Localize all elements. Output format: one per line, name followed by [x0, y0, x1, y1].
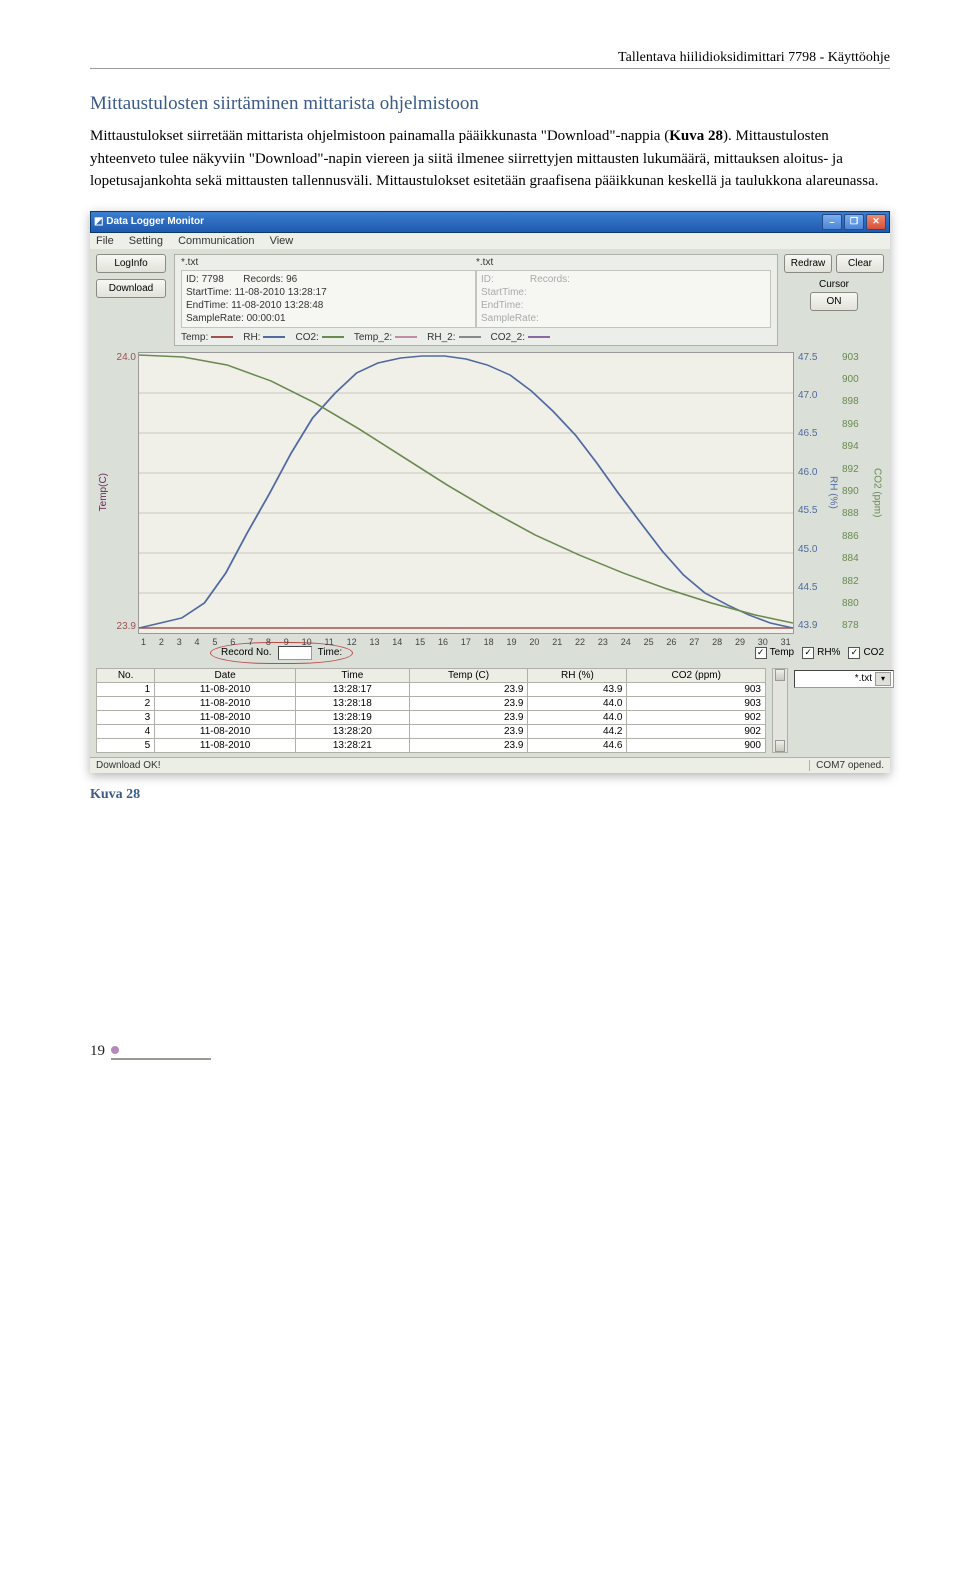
legend-co22-swatch	[528, 336, 550, 338]
legend-temp-swatch	[211, 336, 233, 338]
menu-communication[interactable]: Communication	[178, 235, 254, 247]
table-row[interactable]: 411-08-201013:28:2023.944.2902	[97, 724, 766, 738]
panel2-ext: *.txt	[476, 257, 771, 268]
table-scrollbar[interactable]	[772, 668, 788, 753]
checkbox-rh[interactable]: ✓RH%	[802, 647, 840, 659]
clear-button[interactable]: Clear	[836, 254, 884, 273]
menu-view[interactable]: View	[270, 235, 294, 247]
y-r1-title: RH (%)	[828, 476, 839, 509]
status-right: COM7 opened.	[809, 760, 884, 771]
close-button[interactable]: ✕	[866, 214, 886, 230]
body-paragraph: Mittaustulokset siirretään mittarista oh…	[90, 125, 890, 193]
menubar: File Setting Communication View	[90, 233, 890, 249]
x-axis-ticks: 1234567891011121314151617181920212223242…	[139, 637, 793, 647]
y-r2-title: CO2 (ppm)	[872, 468, 883, 517]
minimize-button[interactable]: –	[822, 214, 842, 230]
info-panel-1: ID: 7798 Records: 96 StartTime: 11-08-20…	[181, 270, 476, 328]
section-title: Mittaustulosten siirtäminen mittarista o…	[90, 93, 890, 115]
cursor-button[interactable]: ON	[810, 292, 858, 311]
status-left: Download OK!	[96, 760, 809, 771]
maximize-button[interactable]: ❐	[844, 214, 864, 230]
menu-file[interactable]: File	[96, 235, 114, 247]
figure-caption: Kuva 28	[90, 787, 890, 803]
body-text-a: Mittaustulokset siirretään mittarista oh…	[90, 128, 669, 144]
page-number-rule	[111, 1058, 211, 1060]
legend-co2-swatch	[322, 336, 344, 338]
screenshot-figure: ◩ Data Logger Monitor – ❐ ✕ File Setting…	[90, 211, 890, 773]
table-row[interactable]: 511-08-201013:28:2123.944.6900	[97, 738, 766, 752]
table-row[interactable]: 311-08-201013:28:1923.944.0902	[97, 710, 766, 724]
file-format-select[interactable]: *.txt ▾	[794, 670, 894, 688]
y-left-tick: 23.9	[110, 621, 136, 632]
y-left-title: Temp(C)	[96, 352, 110, 634]
redraw-button[interactable]: Redraw	[784, 254, 832, 273]
chart-area: 1234567891011121314151617181920212223242…	[138, 352, 794, 634]
chart-line-rh	[139, 356, 793, 628]
app-icon: ◩	[94, 216, 103, 227]
checkbox-co2[interactable]: ✓CO2	[848, 647, 884, 659]
chart-line-co2	[139, 355, 793, 623]
checkbox-temp[interactable]: ✓Temp	[755, 647, 794, 659]
cursor-label: Cursor	[784, 279, 884, 290]
table-row[interactable]: 111-08-201013:28:1723.943.9903	[97, 682, 766, 696]
legend-row: Temp: RH: CO2: Temp_2: RH_2: CO2_2:	[181, 332, 771, 343]
data-table: No. Date Time Temp (C) RH (%) CO2 (ppm) …	[96, 668, 766, 753]
window-title: Data Logger Monitor	[106, 216, 204, 227]
page-number: 19	[90, 1043, 890, 1060]
info-panel-2: ID: Records: StartTime: EndTime: SampleR…	[476, 270, 771, 328]
legend-temp2-swatch	[395, 336, 417, 338]
panel1-ext: *.txt	[181, 257, 476, 268]
figure-ref: Kuva 28	[669, 128, 723, 144]
record-no-input[interactable]	[278, 646, 312, 660]
window-titlebar: ◩ Data Logger Monitor – ❐ ✕	[90, 211, 890, 233]
page-number-dot-icon	[111, 1046, 119, 1054]
legend-rh-swatch	[263, 336, 285, 338]
chevron-down-icon: ▾	[875, 672, 891, 686]
table-row[interactable]: 211-08-201013:28:1823.944.0903	[97, 696, 766, 710]
menu-setting[interactable]: Setting	[129, 235, 163, 247]
download-button[interactable]: Download	[96, 279, 166, 298]
legend-rh2-swatch	[459, 336, 481, 338]
y-left-tick: 24.0	[110, 352, 136, 363]
statusbar: Download OK! COM7 opened.	[90, 757, 890, 773]
loginfo-button[interactable]: LogInfo	[96, 254, 166, 273]
page-header: Tallentava hiilidioksidimittari 7798 - K…	[90, 50, 890, 69]
